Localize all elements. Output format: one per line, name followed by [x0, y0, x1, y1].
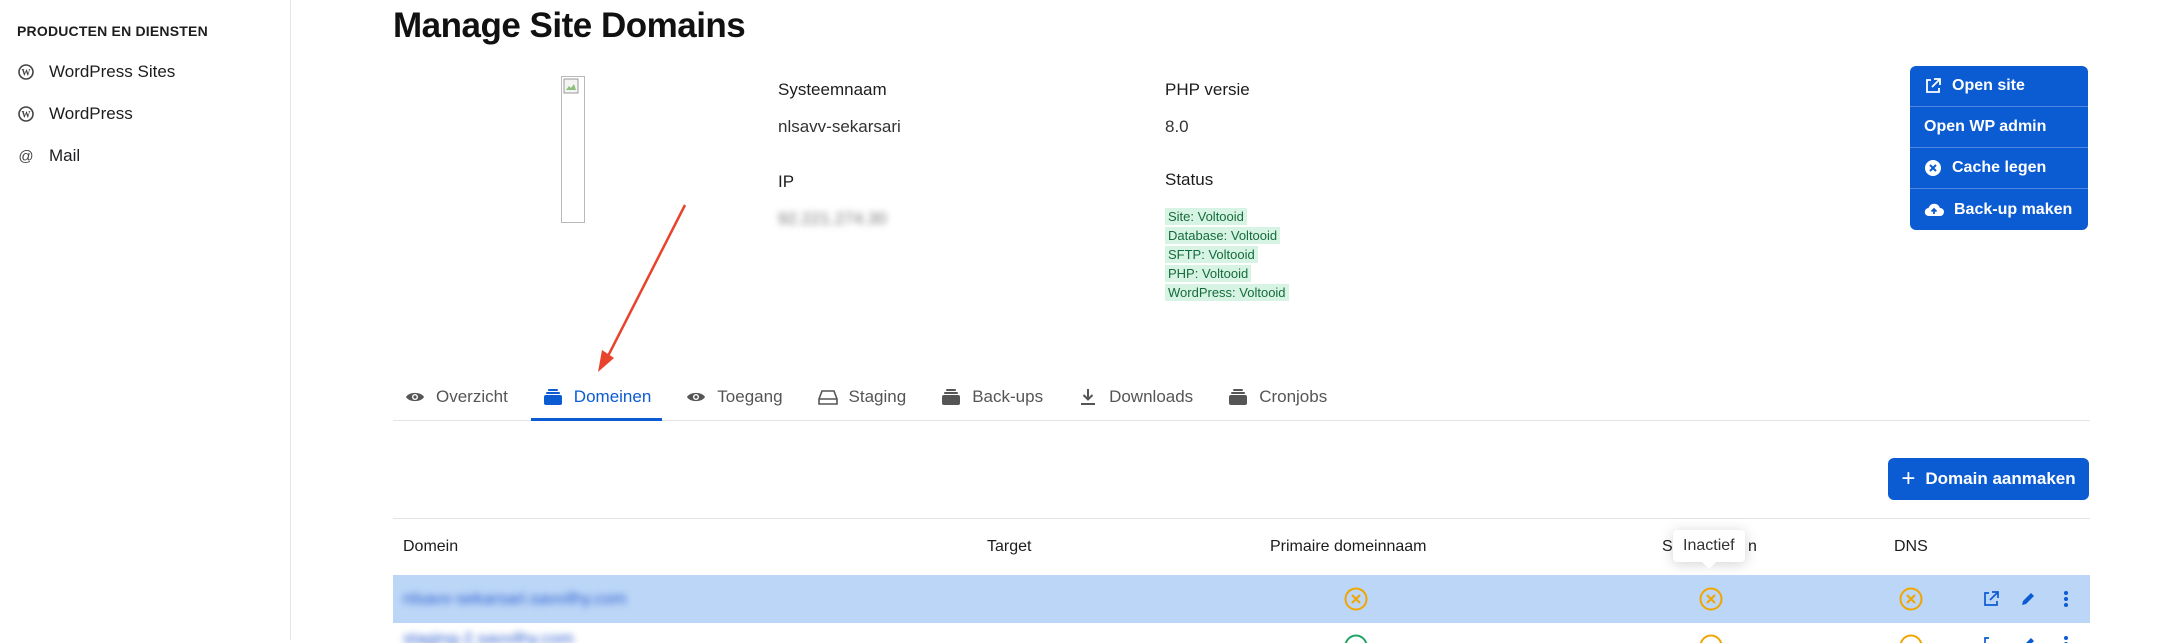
edit-domain-button[interactable]: [2017, 588, 2039, 610]
plus-icon: +: [1901, 467, 1915, 491]
column-header-primary: Primaire domeinnaam: [1270, 538, 1427, 556]
tab-domeinen[interactable]: Domeinen: [531, 376, 663, 421]
tab-toegang[interactable]: Toegang: [674, 376, 793, 418]
open-wp-admin-label: Open WP admin: [1924, 118, 2046, 136]
edit-domain-button[interactable]: [2017, 633, 2039, 643]
status-chip: SFTP: Voltooid: [1165, 246, 1258, 263]
site-actions: Open site Open WP admin Cache legen Back…: [1910, 66, 2088, 230]
external-link-icon: [1983, 591, 1999, 607]
layers-icon: [1227, 386, 1249, 408]
status-chip: PHP: Voltooid: [1165, 265, 1251, 282]
sidebar-item-wordpress-sites[interactable]: W WordPress Sites: [17, 62, 175, 82]
more-vertical-icon: [2063, 635, 2069, 643]
open-domain-button[interactable]: [1980, 633, 2002, 643]
tab-cronjobs[interactable]: Cronjobs: [1216, 376, 1338, 418]
more-vertical-icon: [2063, 590, 2069, 608]
ip-value: 92.221.274.30: [778, 209, 887, 229]
system-name-label: Systeemnaam: [778, 80, 887, 100]
tab-staging[interactable]: Staging: [806, 376, 918, 418]
site-preview-image: [561, 76, 585, 223]
inactive-status-icon: [1898, 586, 1924, 612]
system-name-value: nlsavv-sekarsari: [778, 117, 901, 137]
table-row[interactable]: nlsavv-sekarsari.savvilhy.com: [393, 575, 2090, 623]
sidebar-item-label: WordPress: [49, 104, 133, 124]
eye-icon: [685, 386, 707, 408]
layers-icon: [940, 386, 962, 408]
open-site-label: Open site: [1952, 77, 2025, 95]
page-title: Manage Site Domains: [393, 6, 745, 46]
sidebar-item-label: WordPress Sites: [49, 62, 175, 82]
table-row[interactable]: staging-2.savvilhy.com: [393, 623, 2090, 643]
download-icon: [1077, 386, 1099, 408]
broken-image-icon: [563, 78, 579, 94]
inactive-status-icon: [1898, 633, 1924, 643]
domain-link[interactable]: nlsavv-sekarsari.savvilhy.com: [403, 589, 627, 609]
sidebar-item-label: Mail: [49, 146, 80, 166]
more-options-button[interactable]: [2055, 588, 2077, 610]
column-header-target: Target: [987, 538, 1031, 556]
clear-cache-label: Cache legen: [1952, 159, 2046, 177]
sidebar-item-wordpress[interactable]: W WordPress: [17, 104, 133, 124]
svg-text:W: W: [22, 68, 31, 78]
wordpress-icon: W: [17, 63, 35, 81]
tab-label: Cronjobs: [1259, 387, 1327, 407]
ip-label: IP: [778, 172, 794, 192]
column-header-dns: DNS: [1894, 538, 1928, 556]
active-status-icon: [1343, 633, 1369, 643]
create-domain-button[interactable]: + Domain aanmaken: [1888, 458, 2089, 500]
open-domain-button[interactable]: [1980, 588, 2002, 610]
status-label: Status: [1165, 170, 1213, 190]
column-header-domain: Domein: [403, 538, 458, 556]
status-chip: WordPress: Voltooid: [1165, 284, 1289, 301]
tab-label: Back-ups: [972, 387, 1043, 407]
tab-label: Staging: [849, 387, 907, 407]
status-tooltip: Inactief: [1673, 530, 1745, 562]
status-chip: Site: Voltooid: [1165, 208, 1247, 225]
tab-back-ups[interactable]: Back-ups: [929, 376, 1054, 418]
sidebar-item-mail[interactable]: @ Mail: [17, 146, 80, 166]
table-divider: [393, 518, 2090, 519]
open-wp-admin-button[interactable]: Open WP admin: [1910, 107, 2088, 148]
clear-cache-button[interactable]: Cache legen: [1910, 148, 2088, 189]
status-chip: Database: Voltooid: [1165, 227, 1280, 244]
tab-label: Domeinen: [574, 387, 652, 407]
inactive-status-icon: [1343, 586, 1369, 612]
create-domain-label: Domain aanmaken: [1925, 469, 2075, 489]
svg-text:W: W: [22, 110, 31, 120]
pencil-icon: [2020, 591, 2036, 607]
tab-label: Toegang: [717, 387, 782, 407]
wordpress-icon: W: [17, 105, 35, 123]
tab-overzicht[interactable]: Overzicht: [393, 376, 519, 418]
php-version-value: 8.0: [1165, 117, 1189, 137]
status-list: Site: Voltooid Database: Voltooid SFTP: …: [1165, 208, 1289, 301]
backup-label: Back-up maken: [1954, 201, 2072, 219]
php-version-label: PHP versie: [1165, 80, 1250, 100]
drive-icon: [817, 386, 839, 408]
layers-icon: [542, 386, 564, 408]
tab-downloads[interactable]: Downloads: [1066, 376, 1204, 418]
inactive-status-icon: [1698, 586, 1724, 612]
eye-icon: [404, 386, 426, 408]
column-header-ssl: S: [1662, 538, 1673, 556]
annotation-arrow: [590, 200, 690, 380]
column-header-ssl-suffix: n: [1748, 538, 1757, 556]
tab-label: Overzicht: [436, 387, 508, 407]
external-link-icon: [1924, 77, 1942, 95]
tab-label: Downloads: [1109, 387, 1193, 407]
close-circle-icon: [1924, 159, 1942, 177]
tab-bar: Overzicht Domeinen Toegang Staging Back-…: [393, 376, 2090, 421]
backup-button[interactable]: Back-up maken: [1910, 189, 2088, 230]
open-site-button[interactable]: Open site: [1910, 66, 2088, 107]
sidebar: PRODUCTEN EN DIENSTEN W WordPress Sites …: [0, 0, 291, 640]
sidebar-heading: PRODUCTEN EN DIENSTEN: [17, 23, 208, 39]
cloud-upload-icon: [1924, 201, 1944, 219]
at-icon: @: [17, 147, 35, 165]
inactive-status-icon: [1698, 633, 1724, 643]
domain-link[interactable]: staging-2.savvilhy.com: [403, 629, 574, 643]
more-options-button[interactable]: [2055, 633, 2077, 643]
